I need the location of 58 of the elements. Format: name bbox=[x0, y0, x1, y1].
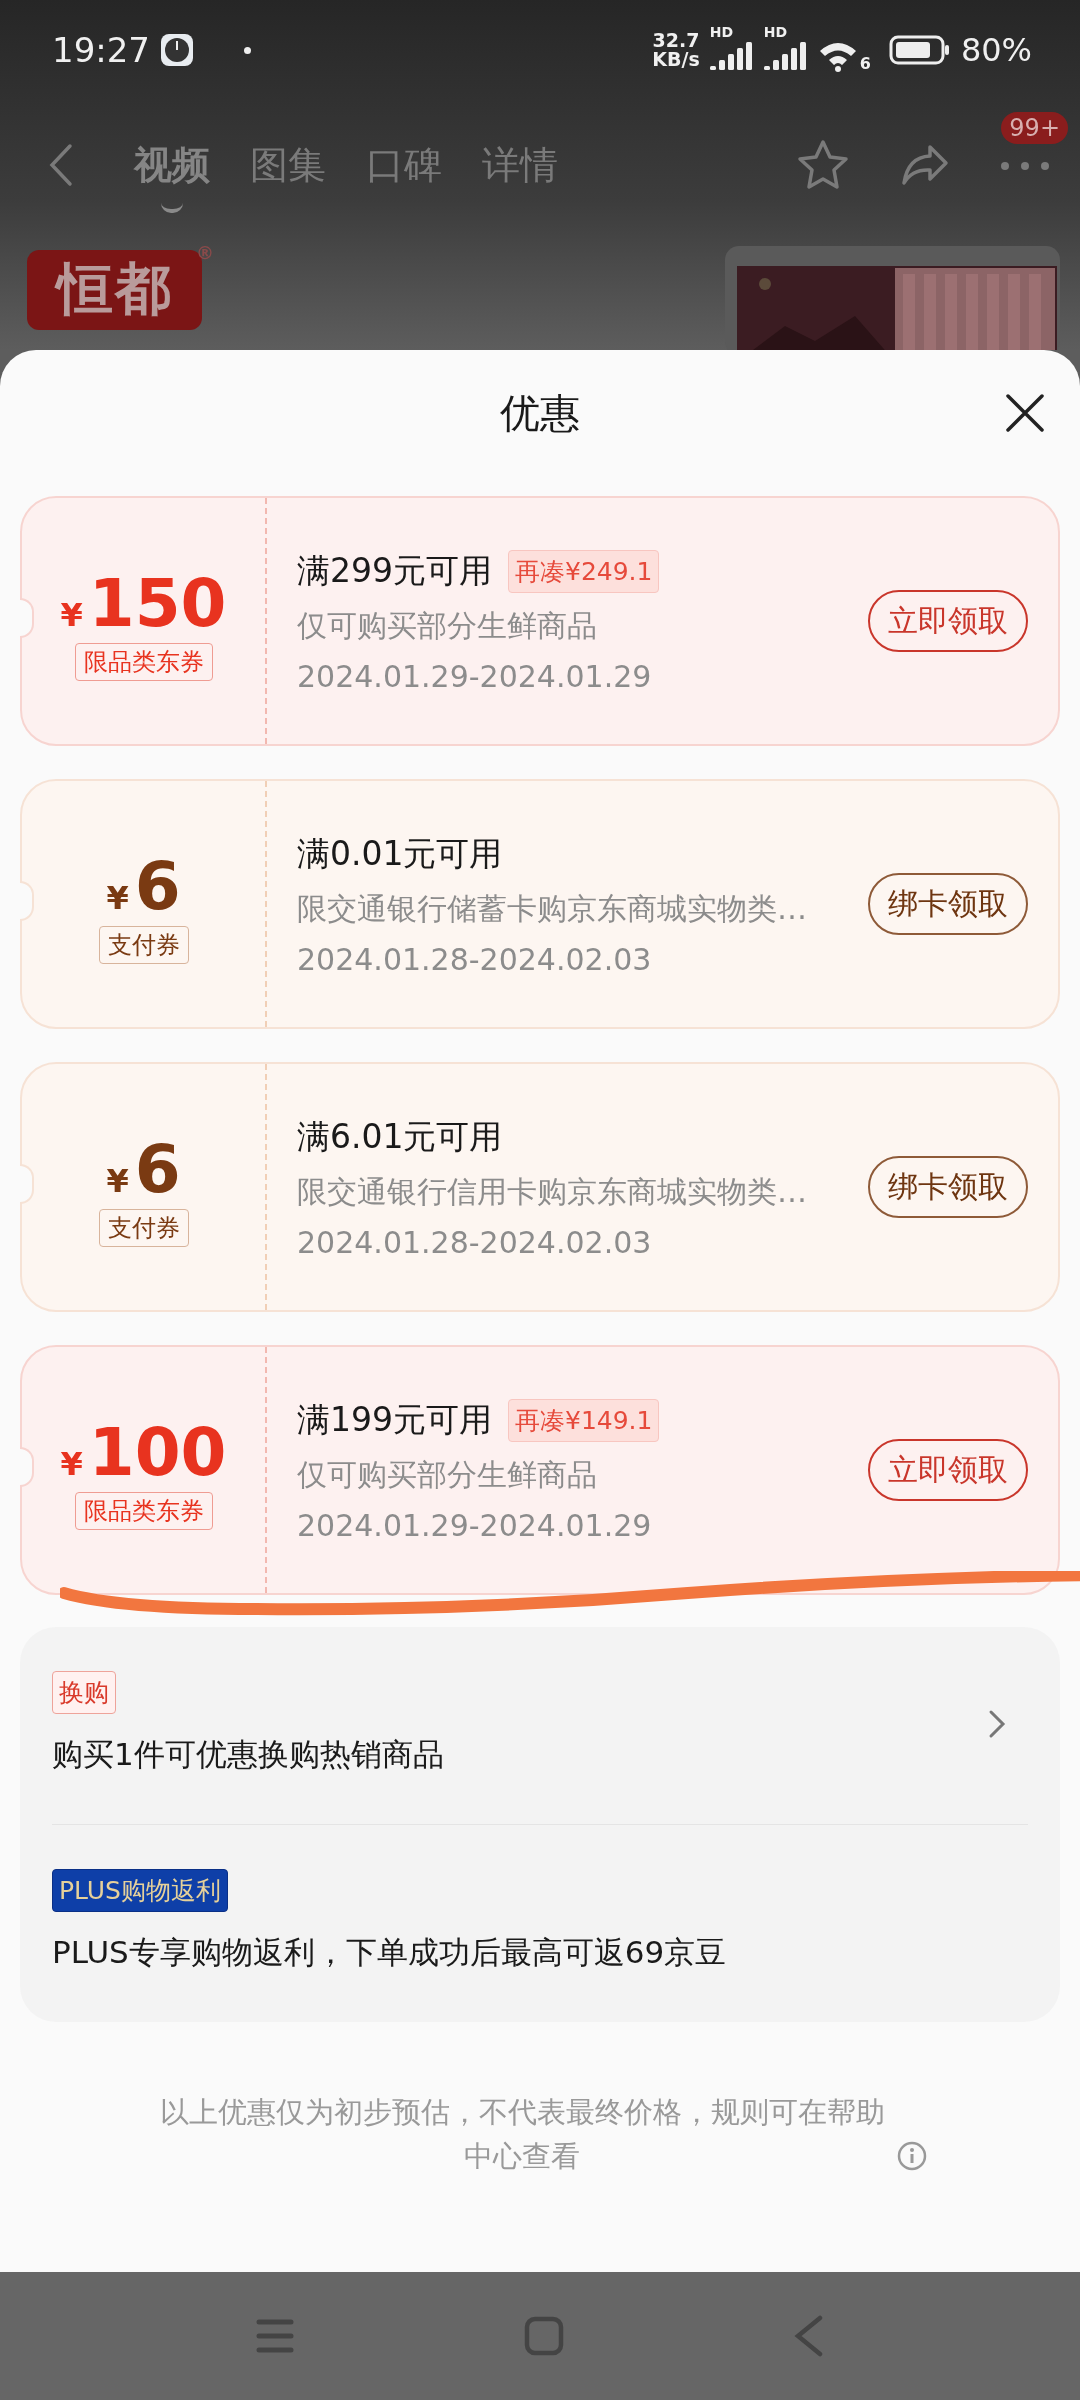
hd-label: HD bbox=[709, 24, 734, 40]
coupon-description: 仅可购买部分生鲜商品 bbox=[297, 606, 598, 645]
claim-button[interactable]: 绑卡领取 bbox=[868, 1156, 1028, 1218]
coupon-type-tag: 限品类东券 bbox=[74, 1492, 213, 1530]
coupon-period: 2024.01.28-2024.02.03 bbox=[297, 941, 653, 977]
claim-button[interactable]: 立即领取 bbox=[868, 590, 1028, 652]
coupon-description: 限交通银行信用卡购京东商城实物类… bbox=[297, 1172, 808, 1211]
nav-tab[interactable]: 口碑 bbox=[366, 117, 442, 213]
coupon-type-tag: 支付券 bbox=[98, 1209, 189, 1247]
coupon-type-tag: 支付券 bbox=[98, 926, 189, 964]
coupon-period: 2024.01.28-2024.02.03 bbox=[297, 1224, 653, 1260]
coupon-condition: 满199元可用 bbox=[297, 1398, 492, 1441]
coupon-type-tag: 限品类东券 bbox=[74, 643, 213, 681]
coupon-condition: 满0.01元可用 bbox=[297, 832, 503, 875]
wifi-label: 6 bbox=[859, 54, 871, 73]
notification-badge: 99+ bbox=[1001, 111, 1068, 144]
chevron-right-icon[interactable] bbox=[988, 1708, 1006, 1739]
claim-button[interactable]: 立即领取 bbox=[868, 1439, 1028, 1501]
clock-icon bbox=[160, 33, 194, 67]
coupon-amount: ¥100 bbox=[60, 1420, 227, 1486]
status-time: 19:27 bbox=[52, 30, 150, 70]
battery-percent: 80% bbox=[960, 31, 1032, 69]
menu-icon[interactable] bbox=[256, 2318, 294, 2354]
nav-tab[interactable]: 图集 bbox=[250, 117, 326, 213]
signal-icon bbox=[763, 42, 808, 70]
more-icon[interactable] bbox=[1000, 160, 1050, 171]
coupon-amount: ¥6 bbox=[106, 854, 181, 920]
coupon-period: 2024.01.29-2024.01.29 bbox=[297, 1507, 653, 1543]
shortfall-tag: 再凑¥149.1 bbox=[508, 1398, 660, 1442]
battery-icon bbox=[888, 35, 951, 65]
promotion-tag: 换购 bbox=[52, 1671, 116, 1714]
coupon-amount: ¥150 bbox=[60, 571, 227, 637]
home-icon[interactable] bbox=[524, 2316, 564, 2356]
network-speed: 32.7 KB/s bbox=[652, 31, 700, 69]
coupon-condition: 满299元可用 bbox=[297, 549, 492, 592]
star-icon[interactable] bbox=[796, 139, 850, 191]
sheet-title: 优惠 bbox=[500, 388, 580, 438]
coupon-period: 2024.01.29-2024.01.29 bbox=[297, 658, 653, 694]
promotion-text: 购买1件可优惠换购热销商品 bbox=[52, 1735, 444, 1774]
back-icon[interactable] bbox=[794, 2315, 824, 2357]
coupon-description: 限交通银行储蓄卡购京东商城实物类… bbox=[297, 889, 808, 928]
notification-dot bbox=[244, 46, 251, 54]
nav-tab[interactable]: 详情 bbox=[482, 117, 558, 213]
coupon-description: 仅可购买部分生鲜商品 bbox=[297, 1455, 598, 1494]
back-icon[interactable] bbox=[48, 143, 74, 187]
coupon-amount: ¥6 bbox=[106, 1137, 181, 1203]
claim-button[interactable]: 绑卡领取 bbox=[868, 873, 1028, 935]
registered-mark: ® bbox=[196, 242, 216, 263]
nav-tab[interactable]: 视频 bbox=[134, 117, 210, 213]
promotion-tag: PLUS购物返利 bbox=[52, 1869, 228, 1912]
signal-icon bbox=[709, 42, 754, 70]
coupon-condition: 满6.01元可用 bbox=[297, 1115, 503, 1158]
info-icon[interactable] bbox=[896, 2140, 928, 2172]
share-icon[interactable] bbox=[900, 143, 950, 187]
shortfall-tag: 再凑¥249.1 bbox=[508, 549, 660, 593]
promotion-text: PLUS专享购物返利，下单成功后最高可返69京豆 bbox=[52, 1933, 727, 1972]
hd-label: HD bbox=[763, 24, 788, 40]
disclaimer-text: 以上优惠仅为初步预估，不代表最终价格，规则可在帮助中心查看 bbox=[158, 2094, 886, 2175]
